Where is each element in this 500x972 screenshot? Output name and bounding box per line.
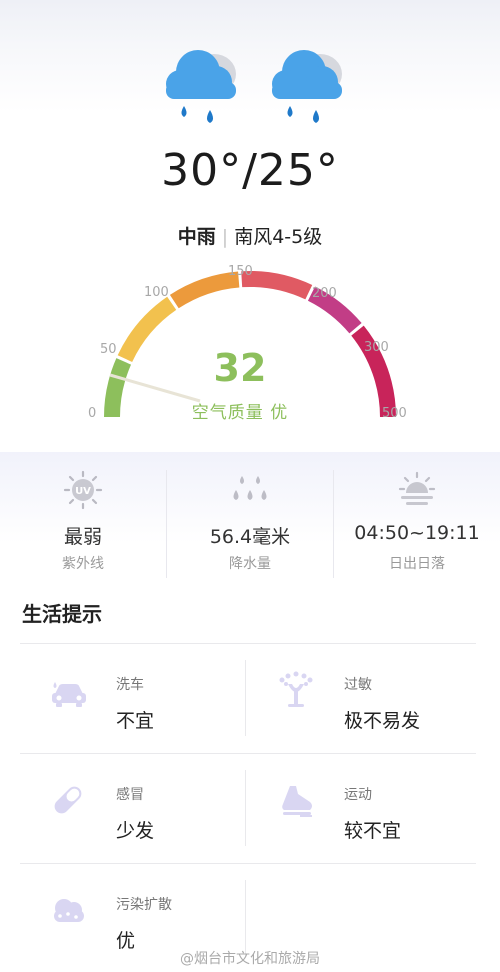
stat-sunrise-sunset: 04:50~19:11 日出日落 <box>334 452 500 582</box>
tip-car-wash[interactable]: 洗车 不宜 <box>20 654 240 754</box>
car-wash-icon <box>52 682 86 707</box>
sunrise-sunset-label: 日出日落 <box>389 556 445 572</box>
weather-icons <box>0 42 500 142</box>
weather-condition: 中雨 <box>177 226 216 248</box>
divider <box>245 660 246 736</box>
uv-label: 紫外线 <box>62 556 104 572</box>
tip-allergy[interactable]: 过敏 极不易发 <box>248 654 468 754</box>
tip-value: 较不宜 <box>344 820 402 842</box>
wind-info: 南风4-5级 <box>234 226 323 248</box>
divider <box>333 470 334 578</box>
uv-sun-icon: UV <box>63 470 103 510</box>
divider <box>20 643 476 644</box>
weather-description: 中雨 | 南风4-5级 <box>0 222 500 249</box>
divider <box>245 770 246 846</box>
tip-value: 不宜 <box>116 710 155 732</box>
running-shoe-icon <box>282 786 312 817</box>
tip-label: 感冒 <box>116 787 144 803</box>
life-tips-title: 生活提示 <box>22 602 102 626</box>
svg-text:UV: UV <box>75 486 91 497</box>
divider: | <box>221 226 229 248</box>
cloud-dispersion-icon <box>54 899 84 922</box>
precipitation-label: 降水量 <box>229 556 271 572</box>
gauge-tick-100: 100 <box>144 285 169 300</box>
tip-value: 少发 <box>116 820 155 842</box>
tip-label: 运动 <box>344 787 372 803</box>
tip-label: 污染扩散 <box>116 897 172 913</box>
tip-label: 洗车 <box>116 677 144 693</box>
stat-precipitation: 56.4毫米 降水量 <box>167 452 333 582</box>
sunrise-sunset-value: 04:50~19:11 <box>354 522 480 544</box>
tip-cold[interactable]: 感冒 少发 <box>20 764 240 864</box>
pill-capsule-icon <box>54 786 82 814</box>
divider <box>245 880 246 956</box>
gauge-segment-unhealthy <box>241 270 313 300</box>
gauge-segment-unhealthy-sensitive <box>169 271 240 309</box>
raindrops-icon <box>233 476 267 500</box>
watermark: @烟台市文化和旅游局 <box>180 951 320 967</box>
stat-uv: UV 最弱 紫外线 <box>0 452 166 582</box>
divider <box>166 470 167 578</box>
tip-label: 过敏 <box>344 677 372 693</box>
rain-cloud-icon <box>166 50 236 123</box>
gauge-tick-150: 150 <box>228 264 253 279</box>
aqi-value: 32 <box>213 346 267 390</box>
precipitation-value: 56.4毫米 <box>209 526 291 548</box>
weather-stats: UV 最弱 紫外线 56.4毫米 降水量 04:50~19:11 日出日落 <box>0 452 500 582</box>
uv-value: 最弱 <box>63 526 102 548</box>
tip-value: 极不易发 <box>344 710 421 732</box>
temperature-range: 30°/25° <box>161 145 339 196</box>
gauge-tick-200: 200 <box>312 286 337 301</box>
sunrise-sunset-icon <box>398 471 436 505</box>
tip-exercise[interactable]: 运动 较不宜 <box>248 764 468 864</box>
pollen-allergy-icon <box>279 671 313 707</box>
rain-cloud-icon <box>272 50 342 123</box>
aqi-label: 空气质量 优 <box>191 403 289 423</box>
